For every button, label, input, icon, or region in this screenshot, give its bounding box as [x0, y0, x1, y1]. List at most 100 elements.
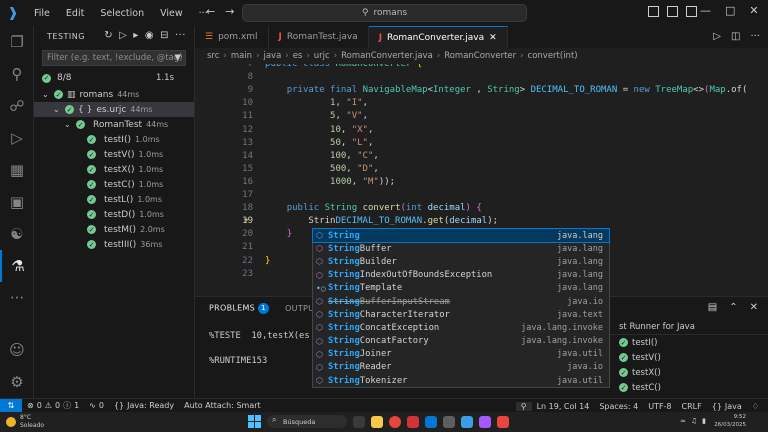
test-tree-item[interactable]: ✓ testI() 1.0ms	[34, 132, 194, 147]
suggestion-item[interactable]: ⬡ StringCharacterIterator java.text	[313, 308, 609, 321]
maximize-icon[interactable]: □	[725, 4, 735, 17]
test-runner-item[interactable]: ✓ testV()	[607, 350, 768, 365]
testing-icon[interactable]: ⚗	[0, 250, 34, 282]
test-tree-item[interactable]: ⌄ ✓ { } es.urjc 44ms	[34, 102, 194, 117]
toggle-sidebar-icon[interactable]	[648, 6, 659, 17]
forward-arrow-icon[interactable]: →	[225, 5, 234, 18]
run-debug-icon[interactable]: ▷	[0, 122, 34, 154]
breadcrumb-item[interactable]: main	[231, 51, 252, 61]
test-tree-item[interactable]: ⌄ ✓ ▥ romans 44ms	[34, 87, 194, 102]
test-tree-item[interactable]: ✓ testC() 1.0ms	[34, 177, 194, 192]
suggestion-item[interactable]: ⬡ StringBufferInputStream java.io	[313, 295, 609, 308]
test-runner-item[interactable]: ✓ testI()	[607, 335, 768, 350]
source-control-icon[interactable]: ☍	[0, 90, 34, 122]
language-mode[interactable]: {} Java	[707, 402, 747, 411]
breadcrumb-item[interactable]: java	[263, 51, 281, 61]
collapse-all-icon[interactable]: ⊟	[160, 30, 169, 41]
suggestion-item[interactable]: ⬡ StringIndexOutOfBoundsException java.lan…	[313, 269, 609, 282]
wifi-icon[interactable]: ≈	[680, 417, 686, 425]
problems-status[interactable]: ⊗ 0 ⚠ 0 ⓘ 1	[22, 400, 84, 411]
test-filter-input[interactable]: Filter (e.g. text, !exclude, @tag) ▼	[42, 50, 186, 66]
test-tree-item[interactable]: ✓ testV() 1.0ms	[34, 147, 194, 162]
clock[interactable]: 9:52 26/03/2025	[714, 414, 746, 429]
coverage-icon[interactable]: ◉	[145, 30, 154, 41]
search-icon[interactable]: ⚲	[0, 58, 34, 90]
suggestion-item[interactable]: ⬡ StringReader java.io	[313, 361, 609, 374]
remote-indicator-icon[interactable]: ⇅	[0, 398, 22, 413]
close-icon[interactable]: ✕	[749, 4, 758, 17]
taskbar-search[interactable]: Búsqueda	[267, 415, 347, 428]
app-icon-red[interactable]	[407, 415, 419, 428]
suggestion-item[interactable]: ⬡ StringBuffer java.lang	[313, 242, 609, 255]
test-runner-item[interactable]: ✓ testC()	[607, 380, 768, 395]
test-runner-item[interactable]: ✓ testX()	[607, 365, 768, 380]
java-projects-icon[interactable]: ☯	[0, 218, 34, 250]
zoom-icon[interactable]: ⚲	[515, 401, 532, 411]
suggestion-item[interactable]: •○ StringTemplate java.lang	[313, 282, 609, 295]
editor-tab[interactable]: ☰ pom.xml	[195, 26, 269, 48]
ports-status[interactable]: ∿ 0	[84, 401, 109, 410]
end-of-line[interactable]: CRLF	[677, 402, 707, 411]
menu-item[interactable]: View	[152, 8, 191, 19]
task-view-icon[interactable]	[353, 415, 365, 428]
test-tree-item[interactable]: ✓ testIII() 36ms	[34, 237, 194, 252]
notifications-bell-icon[interactable]: ♢	[747, 402, 764, 411]
cursor-position[interactable]: Ln 19, Col 14	[532, 402, 595, 411]
panel-collapse-icon[interactable]: ⌃	[729, 302, 737, 313]
command-center-search[interactable]: ⚲ romans	[242, 4, 527, 22]
menu-item[interactable]: Selection	[92, 8, 152, 19]
editor-tab[interactable]: J RomanTest.java	[269, 26, 369, 48]
minimize-icon[interactable]: —	[700, 4, 711, 17]
auto-attach-status[interactable]: Auto Attach: Smart	[179, 401, 266, 410]
menu-item[interactable]: Edit	[58, 8, 92, 19]
breadcrumb-item[interactable]: RomanConverter.java	[341, 51, 433, 61]
file-explorer-icon[interactable]	[371, 415, 383, 428]
store-icon[interactable]	[425, 415, 437, 428]
java-status[interactable]: {} Java: Ready	[109, 401, 179, 410]
app-icon-gray[interactable]	[443, 415, 455, 428]
breadcrumb-item[interactable]: convert(int)	[528, 51, 578, 61]
manage-gear-icon[interactable]: ⚙	[0, 366, 34, 398]
menu-item[interactable]: File	[26, 8, 58, 19]
test-tree-item[interactable]: ✓ testD() 1.0ms	[34, 207, 194, 222]
suggestion-item[interactable]: ⬡ StringJoiner java.util	[313, 348, 609, 361]
breadcrumb-item[interactable]: es	[293, 51, 303, 61]
toggle-panel-icon[interactable]	[667, 6, 678, 17]
start-button-icon[interactable]	[248, 415, 261, 428]
suggestion-item[interactable]: ⬡ StringBuilder java.lang	[313, 255, 609, 268]
suggestion-item[interactable]: ⬡ StringConcatFactory java.lang.invoke	[313, 335, 609, 348]
test-tree-item[interactable]: ✓ testL() 1.0ms	[34, 192, 194, 207]
run-tests-icon[interactable]: ▷	[119, 30, 127, 41]
explorer-icon[interactable]: ❐	[0, 26, 34, 58]
back-arrow-icon[interactable]: ←	[206, 5, 215, 18]
debug-tests-icon[interactable]: ▸	[133, 30, 139, 41]
suggestion-item[interactable]: ⬡ String java.lang	[312, 227, 610, 244]
panel-close-icon[interactable]: ✕	[750, 302, 758, 313]
test-tree-item[interactable]: ✓ testM() 2.0ms	[34, 222, 194, 237]
remote-explorer-icon[interactable]: ▣	[0, 186, 34, 218]
breadcrumb-item[interactable]: RomanConverter	[444, 51, 516, 61]
toggle-secondary-sidebar-icon[interactable]	[686, 6, 697, 17]
editor-tab[interactable]: J RomanConverter.java ✕	[368, 26, 508, 48]
editor-more-icon[interactable]: ···	[750, 31, 760, 42]
close-tab-icon[interactable]: ✕	[489, 33, 497, 43]
more-actions-icon[interactable]: ···	[175, 30, 186, 41]
run-java-icon[interactable]: ▷	[713, 31, 721, 42]
suggestion-item[interactable]: ⬡ StringTokenizer java.util	[313, 374, 609, 387]
accounts-icon[interactable]: ☺	[0, 334, 34, 366]
split-editor-icon[interactable]: ◫	[731, 31, 740, 42]
weather-widget[interactable]: 8°C Soleado	[6, 414, 44, 429]
suggestion-item[interactable]: ⬡ StringConcatException java.lang.invoke	[313, 321, 609, 334]
test-tree-item[interactable]: ⌄ ✓ RomanTest 44ms	[34, 117, 194, 132]
encoding[interactable]: UTF-8	[643, 402, 676, 411]
lightbulb-icon[interactable]: ☀	[244, 215, 249, 228]
indentation[interactable]: Spaces: 4	[594, 402, 643, 411]
test-tree-item[interactable]: ✓ testX() 1.0ms	[34, 162, 194, 177]
chrome-icon[interactable]	[389, 415, 401, 428]
app-icon-orange[interactable]	[497, 415, 509, 428]
breadcrumb-item[interactable]: urjc	[314, 51, 330, 61]
tab-problems[interactable]: PROBLEMS 1	[209, 302, 270, 314]
breadcrumb-item[interactable]: src	[207, 51, 219, 61]
vscode-taskbar-icon[interactable]	[461, 415, 473, 428]
extensions-icon[interactable]: ▦	[0, 154, 34, 186]
